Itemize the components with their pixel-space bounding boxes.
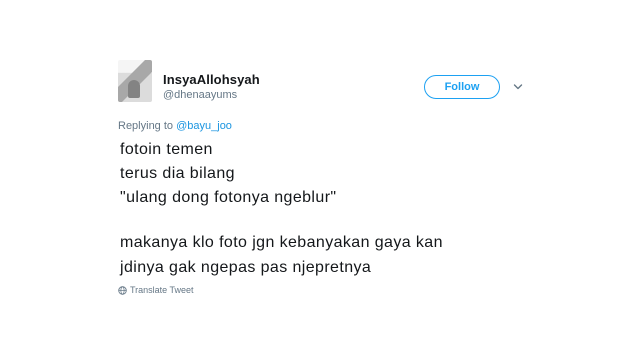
translate-label: Translate Tweet [130,285,194,295]
follow-button[interactable]: Follow [424,75,500,99]
replying-to-label: Replying to [118,120,174,132]
tweet-text-line: fotoin temen [120,141,213,158]
chevron-down-icon[interactable] [513,82,523,92]
tweet-text-line: makanya klo foto jgn kebanyakan gaya kan [120,234,443,251]
tweet-card: InsyaAllohsyah @dhenaayums Follow Replyi… [0,0,640,360]
mention-link[interactable]: @bayu_joo [176,120,232,132]
tweet-text-line: jdinya gak ngepas pas njepretnya [120,259,372,276]
user-handle[interactable]: @dhenaayums [163,89,237,101]
tweet-text-line: terus dia bilang [120,165,235,182]
tweet-text-line: "ulang dong fotonya ngeblur" [120,189,337,206]
avatar[interactable] [118,60,152,102]
globe-icon [118,285,127,295]
replying-to: Replying to @bayu_joo [118,120,232,132]
translate-tweet-link[interactable]: Translate Tweet [118,285,194,295]
display-name[interactable]: InsyaAllohsyah [163,72,260,87]
